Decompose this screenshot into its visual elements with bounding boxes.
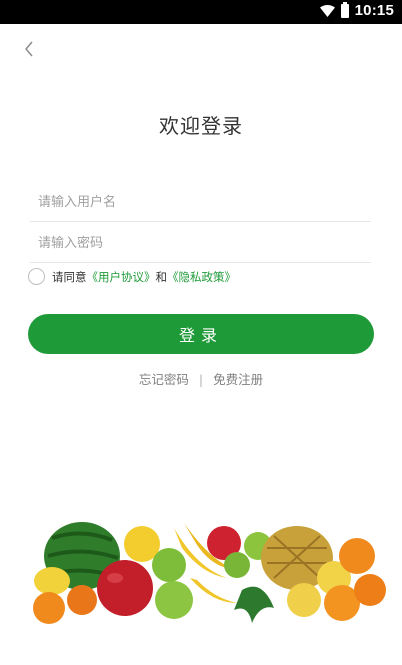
agreement-conjunction: 和 [155,269,168,284]
wifi-icon [319,4,335,17]
fruit-banner-image [33,522,386,624]
status-bar: 10:15 [0,0,402,24]
register-link[interactable]: 免费注册 [213,372,263,387]
agreement-checkbox[interactable] [28,268,45,285]
agreement-prefix: 请同意 [52,269,87,284]
status-time: 10:15 [354,2,394,19]
link-separator: | [198,372,204,387]
password-field [30,224,371,263]
page-title: 欢迎登录 [159,114,243,138]
status-icons: 10:15 [319,1,394,19]
battery-icon [340,1,349,18]
chevron-left-icon [25,41,33,57]
user-agreement-link[interactable]: 《用户协议》 [87,269,156,285]
bottom-links: 忘记密码 | 免费注册 [0,369,402,388]
username-field [30,183,371,222]
back-button[interactable] [18,38,40,60]
password-input[interactable] [30,224,371,262]
agreement-row: 请同意 《用户协议》 和 《隐私政策》 [28,268,236,285]
username-input[interactable] [30,183,371,221]
privacy-policy-link[interactable]: 《隐私政策》 [167,269,236,285]
login-button[interactable]: 登录 [28,314,374,354]
forgot-password-link[interactable]: 忘记密码 [139,372,189,387]
